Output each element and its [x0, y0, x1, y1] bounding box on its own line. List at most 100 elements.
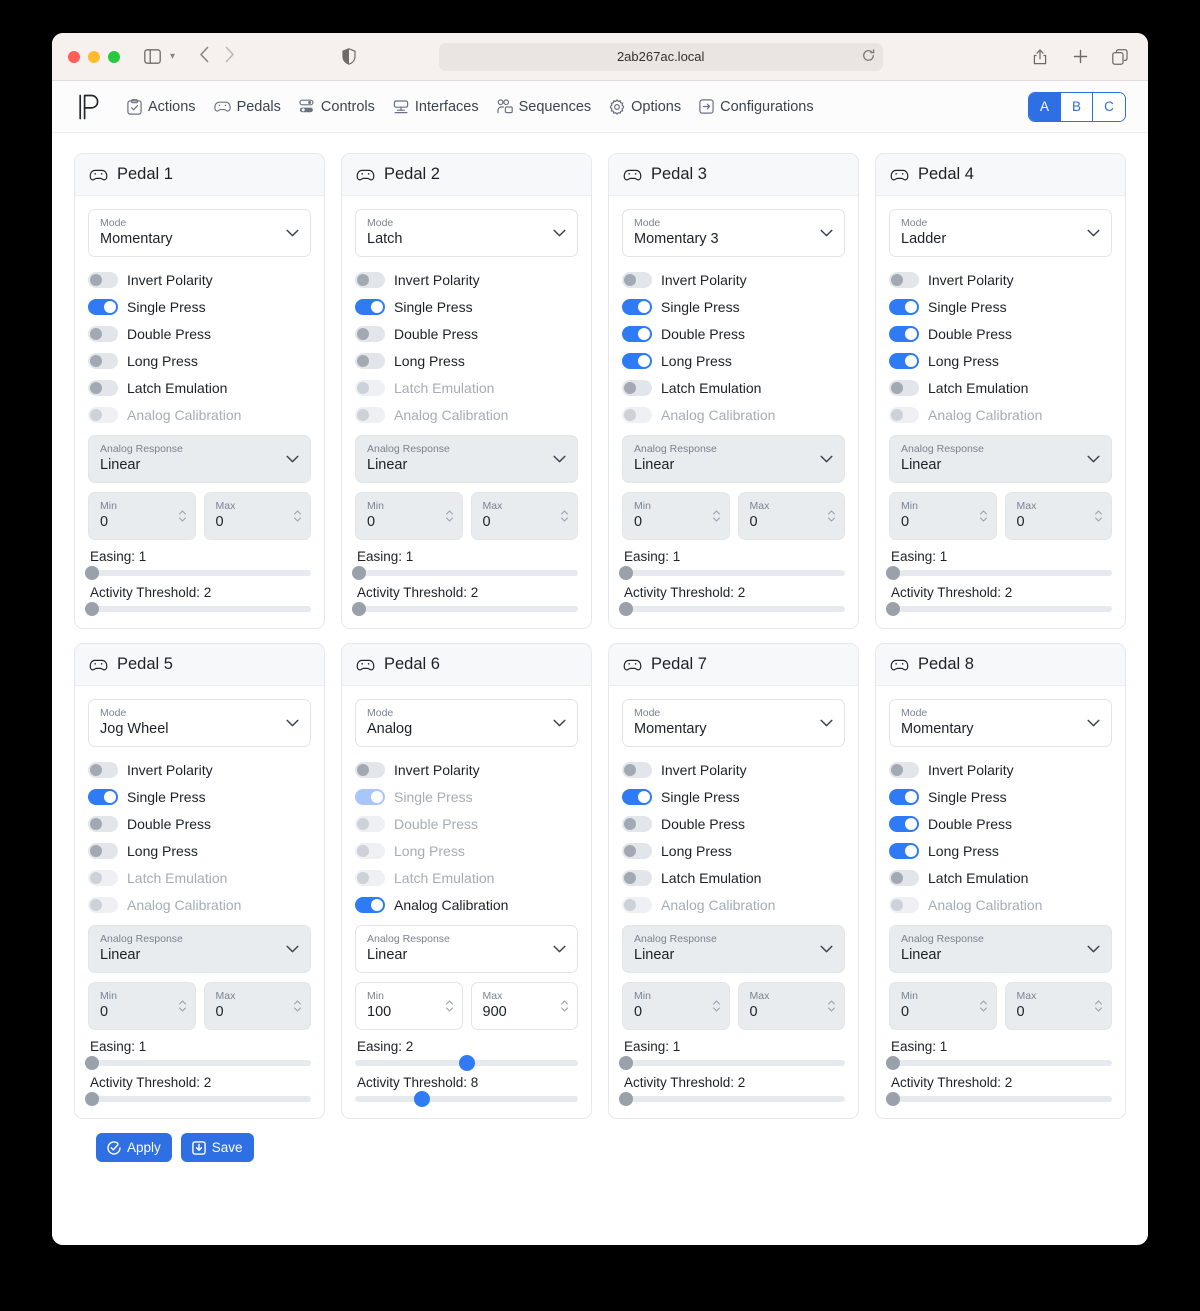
toggle-switch-long-press[interactable]	[88, 842, 118, 859]
mode-select[interactable]: Mode Latch	[355, 209, 578, 257]
activity-threshold-slider-thumb[interactable]	[619, 1092, 634, 1106]
nav-item-interfaces[interactable]: Interfaces	[384, 93, 488, 121]
minimize-window-button[interactable]	[88, 50, 100, 63]
mode-select[interactable]: Mode Momentary	[622, 699, 845, 747]
activity-threshold-slider-thumb[interactable]	[413, 1091, 430, 1107]
toggle-switch-double-press[interactable]	[88, 815, 118, 832]
activity-threshold-slider-thumb[interactable]	[619, 602, 634, 616]
toggle-row-single-press[interactable]: Single Press	[355, 293, 578, 320]
toggle-row-latch-emulation[interactable]: Latch Emulation	[889, 864, 1112, 891]
toggle-switch-invert-polarity[interactable]	[355, 271, 385, 288]
toggle-row-invert-polarity[interactable]: Invert Polarity	[355, 756, 578, 783]
toggle-row-long-press[interactable]: Long Press	[622, 837, 845, 864]
toggle-row-latch-emulation[interactable]: Latch Emulation	[88, 374, 311, 401]
toggle-row-invert-polarity[interactable]: Invert Polarity	[622, 266, 845, 293]
easing-slider-thumb[interactable]	[886, 1056, 901, 1070]
sidebar-icon[interactable]	[140, 45, 164, 69]
easing-slider-thumb[interactable]	[85, 1056, 100, 1070]
toggle-switch-single-press[interactable]	[889, 298, 919, 315]
config-button-c[interactable]: C	[1093, 92, 1125, 121]
nav-item-options[interactable]: Options	[600, 93, 690, 121]
shield-icon[interactable]	[337, 45, 361, 69]
toggle-row-analog-calibration[interactable]: Analog Calibration	[355, 891, 578, 918]
activity-threshold-slider[interactable]	[355, 1091, 578, 1107]
toggle-switch-long-press[interactable]	[622, 352, 652, 369]
easing-slider-thumb[interactable]	[619, 566, 634, 580]
save-button[interactable]: Save	[180, 1133, 254, 1162]
toggle-row-double-press[interactable]: Double Press	[622, 320, 845, 347]
toggle-switch-double-press[interactable]	[88, 325, 118, 342]
toggle-switch-long-press[interactable]	[88, 352, 118, 369]
nav-item-configurations[interactable]: Configurations	[690, 93, 823, 121]
toggle-row-single-press[interactable]: Single Press	[622, 783, 845, 810]
toggle-row-double-press[interactable]: Double Press	[88, 320, 311, 347]
maximize-window-button[interactable]	[108, 50, 120, 63]
mode-select[interactable]: Mode Momentary 3	[622, 209, 845, 257]
toggle-switch-double-press[interactable]	[889, 815, 919, 832]
toggle-row-double-press[interactable]: Double Press	[88, 810, 311, 837]
activity-threshold-slider-thumb[interactable]	[352, 602, 367, 616]
mode-select[interactable]: Mode Ladder	[889, 209, 1112, 257]
tab-overview-icon[interactable]	[1108, 45, 1132, 69]
activity-threshold-slider-thumb[interactable]	[85, 1092, 100, 1106]
toggle-row-invert-polarity[interactable]: Invert Polarity	[355, 266, 578, 293]
toggle-switch-single-press[interactable]	[622, 788, 652, 805]
toggle-row-double-press[interactable]: Double Press	[889, 810, 1112, 837]
toggle-switch-invert-polarity[interactable]	[88, 761, 118, 778]
easing-slider[interactable]	[619, 566, 845, 580]
toggle-row-long-press[interactable]: Long Press	[889, 837, 1112, 864]
toggle-switch-analog-calibration[interactable]	[355, 896, 385, 913]
nav-item-controls[interactable]: Controls	[290, 93, 384, 121]
reload-icon[interactable]	[862, 48, 875, 65]
toggle-row-invert-polarity[interactable]: Invert Polarity	[88, 756, 311, 783]
forward-arrow-icon[interactable]	[224, 46, 235, 68]
activity-threshold-slider[interactable]	[619, 602, 845, 616]
toggle-switch-double-press[interactable]	[889, 325, 919, 342]
easing-slider[interactable]	[619, 1056, 845, 1070]
toggle-row-single-press[interactable]: Single Press	[889, 293, 1112, 320]
toggle-switch-long-press[interactable]	[889, 842, 919, 859]
easing-slider-thumb[interactable]	[886, 566, 901, 580]
toggle-switch-invert-polarity[interactable]	[889, 761, 919, 778]
easing-slider-thumb[interactable]	[458, 1055, 475, 1071]
toggle-row-long-press[interactable]: Long Press	[88, 347, 311, 374]
activity-threshold-slider[interactable]	[85, 602, 311, 616]
activity-threshold-slider[interactable]	[352, 602, 578, 616]
toggle-row-latch-emulation[interactable]: Latch Emulation	[622, 374, 845, 401]
activity-threshold-slider-thumb[interactable]	[886, 602, 901, 616]
toggle-row-double-press[interactable]: Double Press	[889, 320, 1112, 347]
activity-threshold-slider[interactable]	[886, 602, 1112, 616]
easing-slider[interactable]	[85, 566, 311, 580]
nav-item-sequences[interactable]: Sequences	[488, 93, 601, 121]
mode-select[interactable]: Mode Momentary	[88, 209, 311, 257]
back-arrow-icon[interactable]	[199, 46, 210, 68]
toggle-switch-single-press[interactable]	[355, 298, 385, 315]
activity-threshold-slider[interactable]	[619, 1092, 845, 1106]
apply-button[interactable]: Apply	[96, 1133, 172, 1162]
toggle-row-invert-polarity[interactable]: Invert Polarity	[889, 266, 1112, 293]
toggle-switch-invert-polarity[interactable]	[355, 761, 385, 778]
toggle-row-long-press[interactable]: Long Press	[88, 837, 311, 864]
toggle-switch-single-press[interactable]	[88, 298, 118, 315]
close-window-button[interactable]	[68, 50, 80, 63]
activity-threshold-slider-thumb[interactable]	[85, 602, 100, 616]
plus-icon[interactable]	[1068, 45, 1092, 69]
min-input[interactable]: Min 100	[355, 982, 463, 1030]
toggle-row-double-press[interactable]: Double Press	[622, 810, 845, 837]
easing-slider-thumb[interactable]	[619, 1056, 634, 1070]
easing-slider[interactable]	[352, 566, 578, 580]
toggle-switch-single-press[interactable]	[622, 298, 652, 315]
toggle-switch-long-press[interactable]	[622, 842, 652, 859]
toggle-row-single-press[interactable]: Single Press	[622, 293, 845, 320]
toggle-row-invert-polarity[interactable]: Invert Polarity	[889, 756, 1112, 783]
toggle-row-long-press[interactable]: Long Press	[355, 347, 578, 374]
toggle-switch-latch-emulation[interactable]	[889, 869, 919, 886]
mode-select[interactable]: Mode Jog Wheel	[88, 699, 311, 747]
toggle-row-single-press[interactable]: Single Press	[88, 783, 311, 810]
share-icon[interactable]	[1028, 45, 1052, 69]
toggle-switch-double-press[interactable]	[622, 815, 652, 832]
easing-slider[interactable]	[886, 1056, 1112, 1070]
toggle-switch-double-press[interactable]	[355, 325, 385, 342]
nav-item-pedals[interactable]: Pedals	[205, 93, 290, 121]
easing-slider-thumb[interactable]	[352, 566, 367, 580]
